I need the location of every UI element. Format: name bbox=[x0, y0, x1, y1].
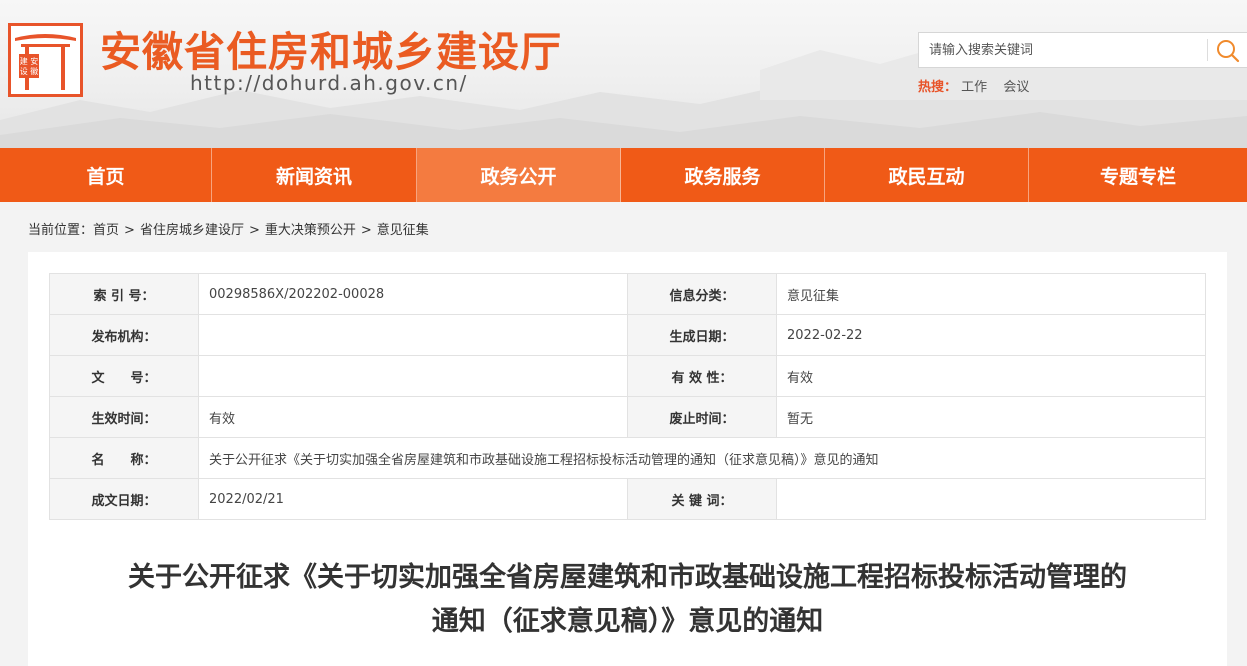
label-keywords: 关 键 词： bbox=[627, 478, 777, 520]
nav-item-news[interactable]: 新闻资讯 bbox=[212, 148, 417, 202]
label-index-number: 索 引 号： bbox=[49, 273, 199, 315]
info-table: 索 引 号： 00298586X/202202-00028 信息分类： 意见征集… bbox=[49, 273, 1206, 520]
breadcrumb-separator: > bbox=[360, 223, 372, 238]
svg-text:设 徽: 设 徽 bbox=[20, 66, 39, 76]
search-input[interactable] bbox=[919, 33, 1207, 67]
label-document-number: 文 号： bbox=[49, 355, 199, 397]
breadcrumb-separator: > bbox=[248, 223, 260, 238]
nav-item-gov-services[interactable]: 政务服务 bbox=[621, 148, 825, 202]
content-panel: 索 引 号： 00298586X/202202-00028 信息分类： 意见征集… bbox=[28, 252, 1227, 666]
hot-search-item-meeting[interactable]: 会议 bbox=[1003, 80, 1029, 95]
value-category: 意见征集 bbox=[776, 273, 1206, 315]
table-row: 发布机构： 生成日期： 2022-02-22 bbox=[49, 314, 1206, 356]
table-row: 生效时间： 有效 废止时间： 暂无 bbox=[49, 396, 1206, 438]
label-effective-time: 生效时间： bbox=[49, 396, 199, 438]
value-validity: 有效 bbox=[776, 355, 1206, 397]
main-nav: 首页 新闻资讯 政务公开 政务服务 政民互动 专题专栏 bbox=[0, 148, 1247, 202]
site-logo[interactable]: 建 安 设 徽 bbox=[8, 23, 83, 97]
breadcrumb-item-department[interactable]: 省住房城乡建设厅 bbox=[140, 223, 244, 238]
article-title-line-2: 通知（征求意见稿）》意见的通知 bbox=[431, 606, 824, 637]
value-keywords bbox=[776, 478, 1206, 520]
breadcrumb-item-feedback[interactable]: 意见征集 bbox=[377, 223, 429, 238]
article-title-line-1: 关于公开征求《关于切实加强全省房屋建筑和市政基础设施工程招标投标活动管理的 bbox=[128, 562, 1127, 593]
label-publisher: 发布机构： bbox=[49, 314, 199, 356]
value-generated-date: 2022-02-22 bbox=[776, 314, 1206, 356]
site-title[interactable]: 安徽省住房和城乡建设厅 bbox=[100, 18, 562, 78]
breadcrumb-prefix: 当前位置： bbox=[28, 223, 94, 238]
search-button[interactable] bbox=[1215, 38, 1241, 64]
label-validity: 有 效 性： bbox=[627, 355, 777, 397]
nav-item-home[interactable]: 首页 bbox=[0, 148, 212, 202]
label-abolish-time: 废止时间： bbox=[627, 396, 777, 438]
value-effective-time: 有效 bbox=[198, 396, 628, 438]
site-url: http://dohurd.ah.gov.cn/ bbox=[190, 71, 468, 95]
label-generated-date: 生成日期： bbox=[627, 314, 777, 356]
gate-logo-icon: 建 安 设 徽 bbox=[15, 34, 76, 90]
hot-search: 热搜： 工作 会议 bbox=[918, 76, 1041, 95]
value-written-date: 2022/02/21 bbox=[198, 478, 628, 520]
label-category: 信息分类： bbox=[627, 273, 777, 315]
table-row: 索 引 号： 00298586X/202202-00028 信息分类： 意见征集 bbox=[49, 273, 1206, 315]
article-title: 关于公开征求《关于切实加强全省房屋建筑和市政基础设施工程招标投标活动管理的 通知… bbox=[58, 556, 1197, 644]
search-icon bbox=[1217, 40, 1240, 63]
value-index-number: 00298586X/202202-00028 bbox=[198, 273, 628, 315]
breadcrumb-separator: > bbox=[124, 223, 135, 238]
table-row: 成文日期： 2022/02/21 关 键 词： bbox=[49, 478, 1206, 520]
site-header: 建 安 设 徽 安徽省住房和城乡建设厅 http://dohurd.ah.gov… bbox=[0, 0, 1247, 148]
nav-item-topics[interactable]: 专题专栏 bbox=[1029, 148, 1247, 202]
nav-item-interaction[interactable]: 政民互动 bbox=[825, 148, 1029, 202]
nav-item-gov-affairs[interactable]: 政务公开 bbox=[417, 148, 621, 202]
label-name: 名 称： bbox=[49, 437, 199, 479]
value-abolish-time: 暂无 bbox=[776, 396, 1206, 438]
breadcrumb: 当前位置：首页 > 省住房城乡建设厅 > 重大决策预公开 > 意见征集 bbox=[28, 219, 429, 238]
svg-text:建 安: 建 安 bbox=[20, 56, 39, 66]
value-document-number bbox=[198, 355, 628, 397]
label-written-date: 成文日期： bbox=[49, 478, 199, 520]
breadcrumb-item-decisions[interactable]: 重大决策预公开 bbox=[265, 223, 356, 238]
table-row: 名 称： 关于公开征求《关于切实加强全省房屋建筑和市政基础设施工程招标投标活动管… bbox=[49, 437, 1206, 479]
value-publisher bbox=[198, 314, 628, 356]
search-box bbox=[918, 32, 1247, 68]
table-row: 文 号： 有 效 性： 有效 bbox=[49, 355, 1206, 397]
search-divider bbox=[1207, 39, 1208, 61]
hot-search-item-work[interactable]: 工作 bbox=[961, 80, 987, 95]
hot-search-label: 热搜： bbox=[918, 80, 958, 95]
value-name: 关于公开征求《关于切实加强全省房屋建筑和市政基础设施工程招标投标活动管理的通知（… bbox=[198, 437, 1206, 479]
breadcrumb-item-home[interactable]: 首页 bbox=[93, 223, 119, 238]
